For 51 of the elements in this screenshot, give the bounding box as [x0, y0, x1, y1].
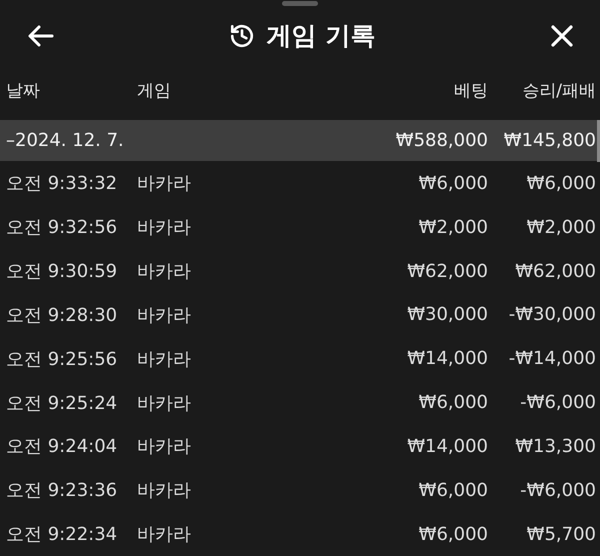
window-title: 게임 기록 — [266, 20, 376, 52]
column-header: 게임 — [137, 80, 172, 102]
column-header: 베팅 — [453, 80, 488, 102]
game-cell-text: 바카라 — [137, 479, 192, 502]
scrollbar — [597, 120, 600, 162]
result-cell-text: ₩13,300 — [514, 436, 596, 457]
bet-cell-text: ₩6,000 — [418, 480, 488, 501]
game-cell-text: 바카라 — [137, 348, 192, 371]
game-cell-text: 바카라 — [137, 304, 192, 327]
history-icon — [228, 22, 255, 49]
bet-cell-text: ₩62,000 — [406, 260, 488, 282]
game-cell-text: 바카라 — [137, 260, 192, 284]
time-cell-text: 오전 9:23:36 — [6, 479, 118, 502]
result-cell-text: -₩30,000 — [508, 304, 596, 326]
bet-cell-text: ₩6,000 — [418, 524, 488, 545]
close-icon — [550, 24, 574, 48]
back-arrow-icon — [28, 24, 54, 47]
result-cell-text: -₩6,000 — [519, 392, 596, 414]
bet-cell-text: ₩14,000 — [406, 436, 488, 457]
time-cell-text: 오전 9:22:34 — [6, 523, 118, 546]
column-header: 날짜 — [6, 80, 41, 102]
time-cell-text: 오전 9:33:32 — [6, 172, 118, 196]
time-cell-text: 오전 9:30:59 — [6, 260, 118, 284]
group-bet-total: ₩588,000 — [394, 130, 488, 151]
result-cell-text: ₩6,000 — [526, 172, 596, 194]
result-cell-text: ₩5,700 — [526, 524, 596, 545]
time-cell-text: 오전 9:25:56 — [6, 348, 118, 371]
time-cell-text: 오전 9:32:56 — [6, 216, 118, 240]
column-header: 승리/패배 — [521, 80, 596, 102]
result-cell-text: ₩62,000 — [514, 260, 596, 282]
group-date: –2024. 12. 7. — [6, 130, 125, 151]
game-cell-text: 바카라 — [137, 523, 192, 546]
time-cell-text: 오전 9:25:24 — [6, 392, 118, 415]
bet-cell-text: ₩14,000 — [406, 348, 488, 370]
drag-handle[interactable] — [282, 1, 318, 6]
group-result-total: ₩145,800 — [502, 130, 596, 151]
game-cell-text: 바카라 — [137, 172, 192, 196]
game-cell-text: 바카라 — [137, 216, 192, 240]
back-button[interactable] — [26, 22, 56, 49]
time-cell-text: 오전 9:24:04 — [6, 435, 118, 458]
bet-cell-text: ₩30,000 — [406, 304, 488, 326]
date-group-row[interactable]: –2024. 12. 7. ₩588,000 ₩145,800 — [0, 120, 600, 162]
result-cell-text: -₩14,000 — [508, 348, 596, 370]
game-cell-text: 바카라 — [137, 435, 192, 458]
bet-cell-text: ₩6,000 — [418, 172, 488, 194]
bet-cell-text: ₩6,000 — [418, 392, 488, 414]
result-cell-text: ₩2,000 — [526, 216, 596, 238]
result-cell-text: -₩6,000 — [519, 480, 596, 501]
bet-cell-text: ₩2,000 — [418, 216, 488, 238]
game-cell-text: 바카라 — [137, 392, 192, 415]
time-cell-text: 오전 9:28:30 — [6, 304, 118, 327]
